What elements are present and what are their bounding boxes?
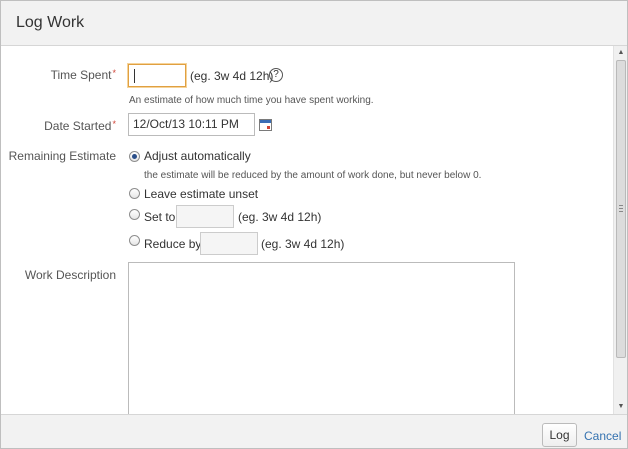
adjust-automatically-description: the estimate will be reduced by the amou… bbox=[144, 170, 482, 181]
scroll-down-arrow-icon[interactable]: ▼ bbox=[614, 400, 628, 414]
set-to-input[interactable] bbox=[176, 205, 234, 228]
adjust-automatically-radio[interactable] bbox=[129, 151, 140, 162]
leave-estimate-unset-label[interactable]: Leave estimate unset bbox=[144, 187, 258, 201]
required-marker: * bbox=[112, 68, 116, 78]
dialog-header: Log Work bbox=[1, 1, 627, 46]
date-started-input[interactable]: 12/Oct/13 10:11 PM bbox=[128, 113, 255, 136]
set-to-radio[interactable] bbox=[129, 209, 140, 220]
adjust-automatically-label[interactable]: Adjust automatically bbox=[144, 149, 251, 163]
scroll-thumb[interactable] bbox=[616, 60, 626, 358]
time-spent-input[interactable] bbox=[128, 64, 186, 87]
vertical-scrollbar[interactable]: ▲ ▼ bbox=[613, 46, 627, 414]
date-started-value: 12/Oct/13 10:11 PM bbox=[133, 117, 239, 131]
reduce-by-label[interactable]: Reduce by bbox=[144, 237, 201, 251]
text-caret bbox=[134, 69, 135, 83]
grip-icon bbox=[619, 205, 623, 212]
log-work-dialog: Log Work Time Spent* (eg. 3w 4d 12h) ? A… bbox=[0, 0, 628, 449]
reduce-by-input[interactable] bbox=[200, 232, 258, 255]
time-spent-hint: (eg. 3w 4d 12h) bbox=[190, 69, 274, 83]
work-description-textarea[interactable] bbox=[128, 262, 515, 414]
log-button[interactable]: Log bbox=[542, 423, 577, 447]
help-icon[interactable]: ? bbox=[269, 68, 283, 82]
cancel-link[interactable]: Cancel bbox=[584, 429, 621, 443]
remaining-estimate-label: Remaining Estimate bbox=[8, 149, 116, 163]
set-to-label[interactable]: Set to bbox=[144, 210, 175, 224]
work-description-label: Work Description bbox=[24, 268, 116, 282]
dialog-title: Log Work bbox=[16, 14, 85, 31]
time-spent-label: Time Spent* bbox=[50, 68, 116, 82]
leave-estimate-unset-radio[interactable] bbox=[129, 188, 140, 199]
calendar-icon[interactable] bbox=[259, 119, 272, 131]
reduce-by-radio[interactable] bbox=[129, 235, 140, 246]
set-to-hint: (eg. 3w 4d 12h) bbox=[238, 210, 322, 224]
reduce-by-hint: (eg. 3w 4d 12h) bbox=[261, 237, 345, 251]
date-started-label: Date Started* bbox=[44, 119, 116, 133]
scroll-up-arrow-icon[interactable]: ▲ bbox=[614, 46, 628, 60]
dialog-footer: Log Cancel bbox=[1, 414, 627, 448]
dialog-content: Time Spent* (eg. 3w 4d 12h) ? An estimat… bbox=[1, 46, 613, 414]
required-marker: * bbox=[112, 119, 116, 129]
time-spent-description: An estimate of how much time you have sp… bbox=[129, 95, 374, 106]
